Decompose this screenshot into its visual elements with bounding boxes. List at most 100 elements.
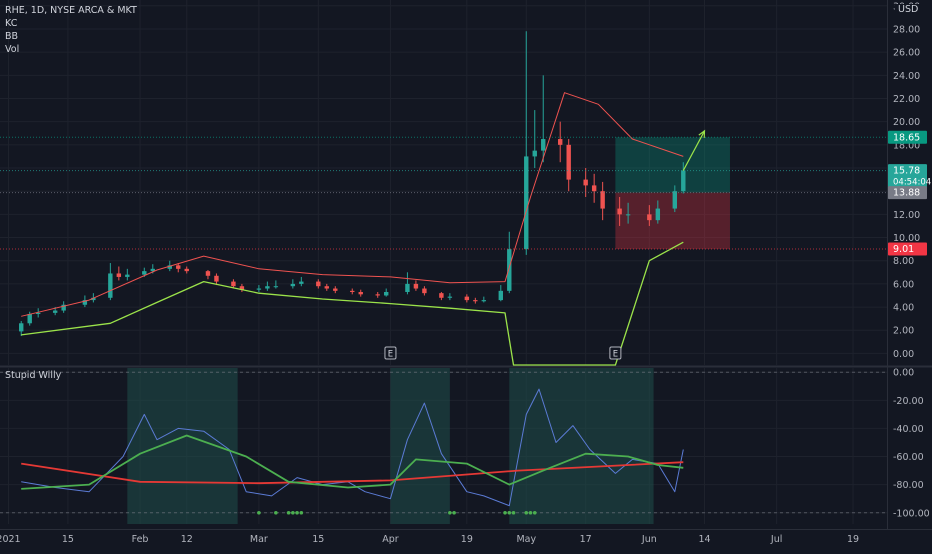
last-price-label: 15.78: [893, 166, 920, 177]
candle-body[interactable]: [324, 286, 329, 289]
earnings-marker[interactable]: E: [609, 346, 622, 360]
candle-body[interactable]: [655, 208, 661, 221]
time-tick-label: Feb: [132, 534, 149, 545]
earnings-marker[interactable]: E: [384, 346, 397, 360]
chart-canvas[interactable]: EE 202115Feb12Mar15Apr19May17Jun14Jul19 …: [0, 0, 932, 550]
indicator-bb[interactable]: BB: [5, 30, 137, 43]
candle-body[interactable]: [600, 191, 605, 209]
candle-body[interactable]: [473, 300, 478, 302]
target-price-label: 18.65: [893, 132, 920, 143]
signal-dot: [257, 510, 261, 515]
time-tick-label: 15: [62, 534, 74, 545]
candle-body[interactable]: [498, 290, 503, 301]
candle-body[interactable]: [125, 274, 130, 277]
time-tick-label: 17: [580, 534, 592, 545]
candle-body[interactable]: [384, 292, 389, 296]
candle-body[interactable]: [672, 191, 677, 209]
signal-dot: [511, 510, 516, 515]
signal-dot: [299, 510, 304, 515]
candle-body[interactable]: [617, 208, 622, 215]
candle-body[interactable]: [142, 271, 147, 275]
indicator-pane-title[interactable]: Stupid Willy: [5, 370, 61, 381]
candle-body[interactable]: [214, 275, 219, 282]
chart-legend: RHE, 1D, NYSE ARCA & MKT KC BB Vol: [5, 4, 137, 56]
price-tick-label: 4.00: [893, 303, 914, 314]
candle-body[interactable]: [558, 139, 563, 145]
indicator-tick-label: -100.00: [893, 508, 930, 519]
candle-body[interactable]: [566, 144, 571, 180]
candle-body[interactable]: [413, 283, 419, 289]
time-tick-label: 14: [698, 534, 710, 545]
candle-body[interactable]: [681, 170, 686, 192]
candle-body[interactable]: [116, 273, 122, 277]
candle-body[interactable]: [184, 268, 189, 272]
signal-dot: [452, 510, 456, 515]
candle-body[interactable]: [541, 139, 546, 151]
kc-upper-line[interactable]: [21, 92, 684, 317]
signal-dot: [291, 510, 295, 515]
symbol-info[interactable]: RHE, 1D, NYSE ARCA & MKT: [5, 4, 137, 17]
candle-body[interactable]: [108, 273, 113, 298]
price-tick-label: 12.00: [893, 210, 920, 221]
candle-body[interactable]: [447, 296, 453, 298]
candle-body[interactable]: [375, 294, 380, 296]
candle-body[interactable]: [290, 283, 296, 287]
candle-body[interactable]: [316, 281, 321, 287]
time-tick-label: Jul: [770, 534, 782, 545]
signal-dot: [507, 510, 512, 515]
candle-body[interactable]: [358, 292, 363, 295]
candle-body[interactable]: [265, 286, 270, 289]
price-pane[interactable]: EE: [0, 0, 932, 368]
signal-shade: [509, 368, 654, 524]
time-tick-label: Jun: [641, 534, 657, 545]
candle-body[interactable]: [205, 271, 211, 276]
price-tick-label: 22.00: [893, 94, 920, 105]
target-zone[interactable]: [615, 137, 730, 193]
candle-body[interactable]: [52, 310, 58, 313]
candle-body[interactable]: [176, 265, 181, 269]
signal-shade: [127, 368, 238, 524]
candle-body[interactable]: [439, 293, 444, 298]
y-axes[interactable]: 0.002.004.006.008.0010.0012.0014.0016.00…: [887, 0, 932, 530]
time-tick-label: May: [516, 534, 536, 545]
candle-body[interactable]: [273, 286, 279, 288]
price-tick-label: 2.00: [893, 326, 914, 337]
signal-dot: [532, 510, 537, 515]
candle-body[interactable]: [591, 185, 597, 192]
indicator-vol[interactable]: Vol: [5, 43, 137, 56]
time-tick-label: 2021: [0, 534, 21, 545]
price-tick-label: 8.00: [893, 256, 914, 267]
candle-body[interactable]: [625, 214, 631, 216]
time-tick-label: 15: [312, 534, 324, 545]
signal-dot: [295, 510, 299, 515]
candle-body[interactable]: [405, 283, 410, 292]
candle-body[interactable]: [422, 288, 427, 294]
x-axis: 2021 15 Feb 12 Mar 15 Apr 19 May 17 Jun 14 Jul 19: [0, 529, 932, 545]
candle-body[interactable]: [333, 288, 338, 291]
earnings-marker-label: E: [613, 350, 618, 360]
candle-body[interactable]: [299, 281, 304, 284]
candle-body[interactable]: [231, 281, 236, 287]
price-tick-label: 0.00: [893, 349, 914, 360]
signal-dot: [448, 510, 452, 515]
time-tick-label: Apr: [382, 534, 399, 545]
price-tick-label: 6.00: [893, 279, 914, 290]
candle-body[interactable]: [27, 314, 32, 324]
candle-body[interactable]: [256, 288, 262, 290]
price-tick-label: 24.00: [893, 71, 920, 82]
indicator-pane[interactable]: [0, 368, 887, 524]
indicator-tick-label: -80.00: [893, 480, 924, 491]
currency-selector[interactable]: USD: [895, 4, 922, 15]
candle-body[interactable]: [481, 300, 487, 302]
currency-label: USD: [898, 4, 919, 15]
candle-body[interactable]: [524, 156, 529, 250]
indicator-kc[interactable]: KC: [5, 17, 137, 30]
candle-body[interactable]: [464, 296, 470, 301]
candle-body[interactable]: [532, 150, 537, 157]
candle-body[interactable]: [507, 249, 512, 291]
price-tick-label: 20.00: [893, 117, 920, 128]
candle-body[interactable]: [19, 323, 24, 332]
candle-body[interactable]: [583, 179, 588, 186]
candle-body[interactable]: [350, 290, 355, 292]
candle-body[interactable]: [647, 214, 652, 221]
